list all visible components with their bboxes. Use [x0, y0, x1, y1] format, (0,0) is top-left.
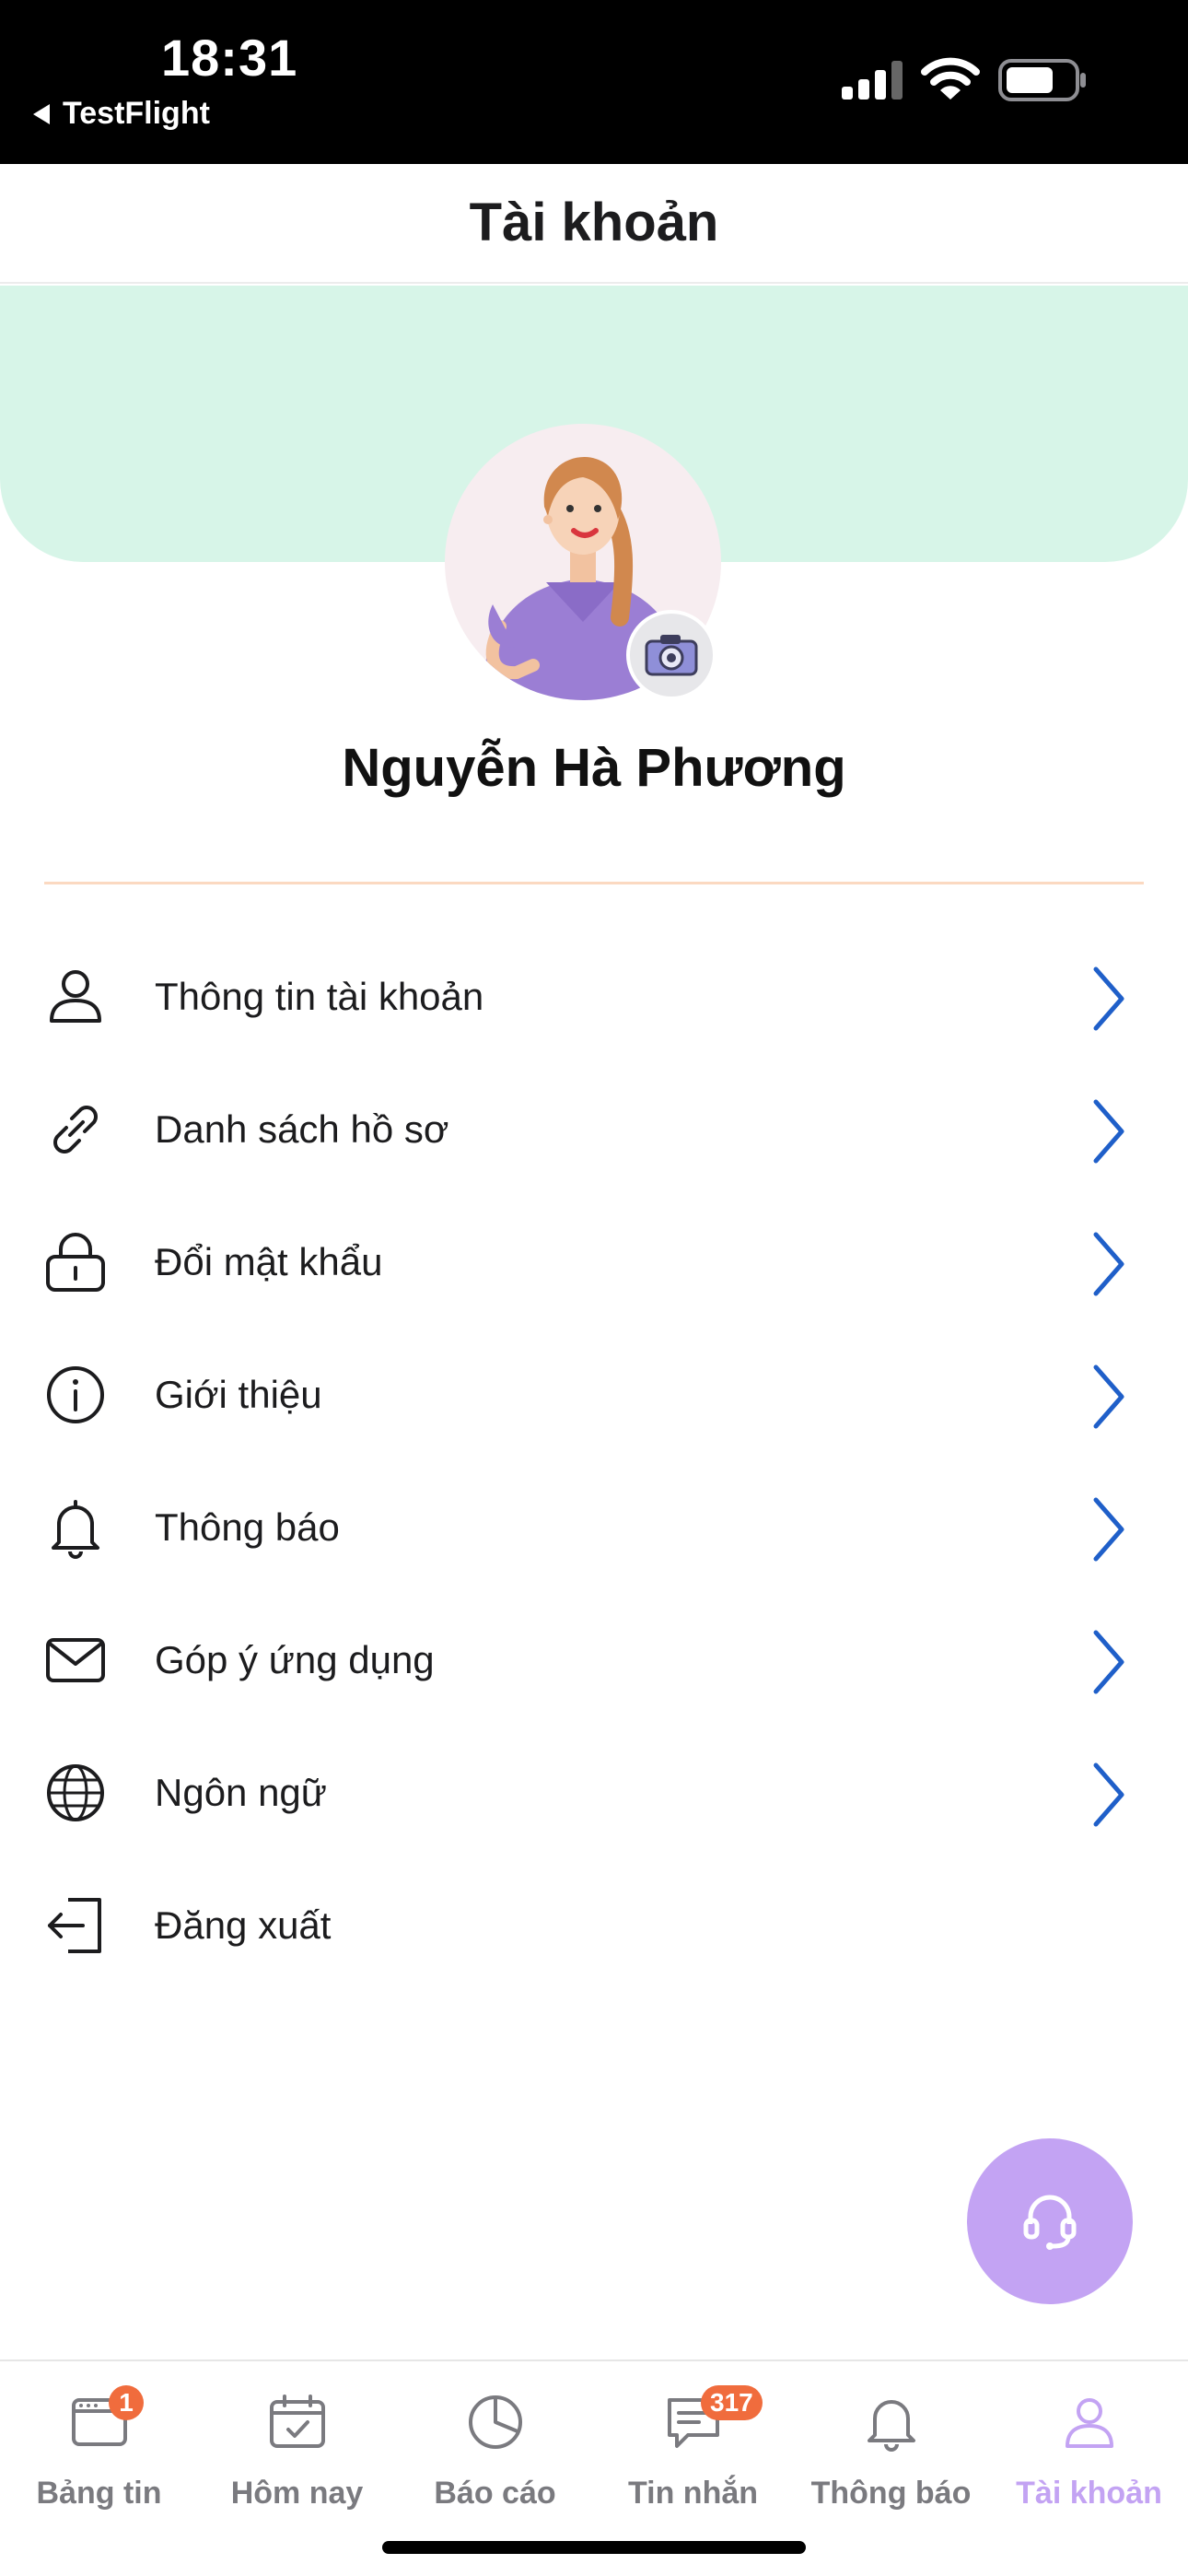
tab-messages[interactable]: 317 Tin nhắn	[594, 2380, 792, 2536]
menu-item-label: Đổi mật khẩu	[155, 1240, 383, 1283]
tab-label: Báo cáo	[434, 2476, 556, 2511]
menu-item-about[interactable]: Giới thiệu	[0, 1329, 1188, 1461]
menu-item-logout[interactable]: Đăng xuất	[0, 1859, 1188, 1992]
chevron-right-icon	[1093, 1497, 1124, 1562]
globe-icon	[47, 1764, 104, 1821]
calendar-check-icon	[270, 2395, 325, 2448]
support-button[interactable]	[967, 2138, 1133, 2304]
tab-today[interactable]: Hôm nay	[198, 2380, 396, 2536]
menu-item-label: Đăng xuất	[155, 1903, 332, 1947]
app-header: Tài khoản	[0, 164, 1188, 284]
tab-news[interactable]: 1 Bảng tin	[0, 2380, 198, 2536]
tab-label: Hôm nay	[230, 2476, 364, 2511]
link-icon	[53, 1106, 98, 1153]
headset-icon	[1023, 2195, 1077, 2250]
account-menu: Thông tin tài khoản Danh sách hồ sơ Đổi …	[0, 931, 1188, 1992]
tab-label: Thông báo	[810, 2476, 972, 2511]
status-bar: 18:31 TestFlight	[0, 0, 1188, 164]
back-to-app-link[interactable]: TestFlight	[33, 96, 210, 132]
chevron-right-icon	[1093, 966, 1124, 1031]
menu-item-account-info[interactable]: Thông tin tài khoản	[0, 931, 1188, 1063]
user-icon	[50, 970, 101, 1023]
tab-reports[interactable]: Báo cáo	[396, 2380, 594, 2536]
menu-item-label: Giới thiệu	[155, 1373, 322, 1416]
status-time: 18:31	[161, 29, 298, 87]
menu-item-label: Thông báo	[155, 1505, 340, 1549]
chevron-right-icon	[1093, 1630, 1124, 1694]
home-indicator	[382, 2541, 806, 2554]
wifi-icon	[921, 57, 980, 100]
back-triangle-icon	[33, 103, 50, 124]
menu-item-label: Thông tin tài khoản	[155, 975, 484, 1018]
chevron-right-icon	[1093, 1762, 1124, 1827]
pie-chart-icon	[469, 2395, 522, 2449]
tab-label: Tin nhắn	[627, 2476, 759, 2511]
menu-item-change-password[interactable]: Đổi mật khẩu	[0, 1196, 1188, 1329]
tab-label: Tài khoản	[1016, 2476, 1162, 2511]
cellular-signal-icon	[842, 61, 903, 100]
tab-badge: 1	[109, 2385, 144, 2420]
divider	[44, 882, 1144, 884]
chevron-right-icon	[1093, 1232, 1124, 1296]
menu-item-label: Ngôn ngữ	[155, 1771, 327, 1814]
tab-badge: 317	[701, 2385, 763, 2420]
mail-icon	[46, 1638, 105, 1682]
tab-notifications[interactable]: Thông báo	[792, 2380, 990, 2536]
menu-item-profile-list[interactable]: Danh sách hồ sơ	[0, 1063, 1188, 1196]
user-name: Nguyễn Hà Phương	[342, 738, 846, 798]
battery-icon	[998, 59, 1086, 101]
page-title: Tài khoản	[469, 193, 719, 252]
lock-icon	[46, 1233, 105, 1292]
menu-item-feedback[interactable]: Góp ý ứng dụng	[0, 1594, 1188, 1727]
menu-item-notifications[interactable]: Thông báo	[0, 1461, 1188, 1594]
bell-icon	[52, 1500, 99, 1559]
logout-icon	[48, 1898, 101, 1953]
menu-item-label: Danh sách hồ sơ	[155, 1107, 449, 1151]
user-icon	[1066, 2398, 1113, 2448]
camera-icon	[645, 635, 698, 676]
change-avatar-button[interactable]	[626, 610, 716, 700]
menu-item-language[interactable]: Ngôn ngữ	[0, 1727, 1188, 1859]
tab-account[interactable]: Tài khoản	[990, 2380, 1188, 2536]
chevron-right-icon	[1093, 1364, 1124, 1429]
info-icon	[47, 1366, 104, 1423]
back-app-label: TestFlight	[63, 96, 210, 131]
bell-icon	[868, 2400, 915, 2452]
chevron-right-icon	[1093, 1099, 1124, 1164]
tab-label: Bảng tin	[36, 2476, 162, 2511]
menu-item-label: Góp ý ứng dụng	[155, 1638, 435, 1681]
